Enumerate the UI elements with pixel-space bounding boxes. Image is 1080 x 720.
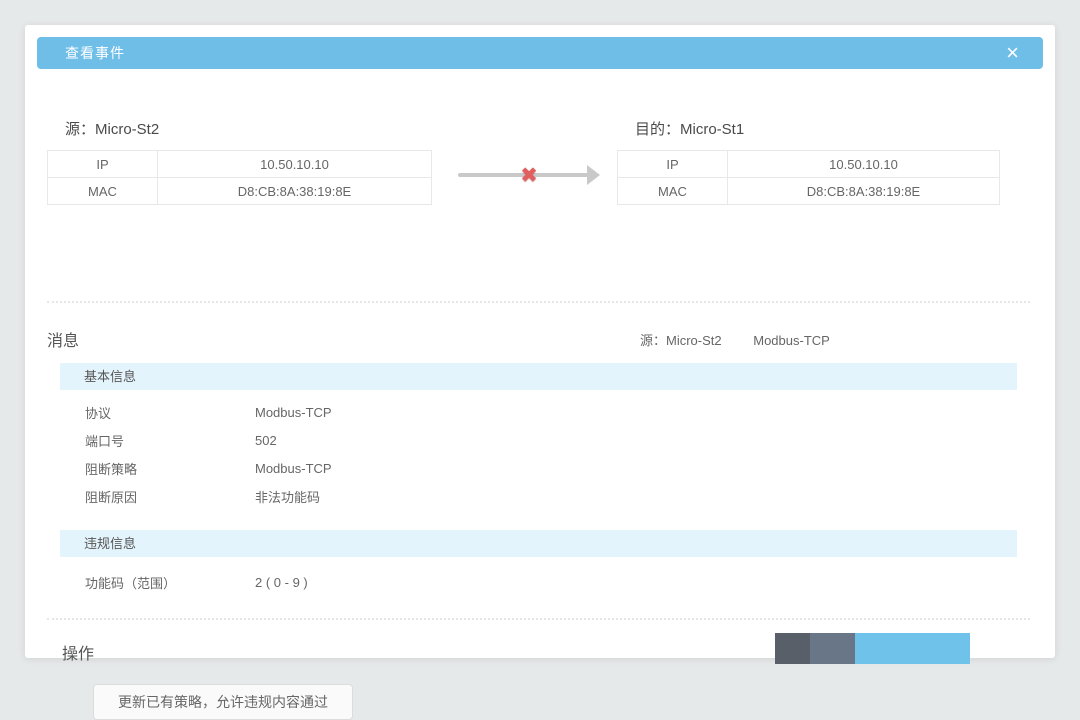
view-event-dialog: 查看事件 × 源：Micro-St2 IP 10.50.10.10 MAC D8… bbox=[25, 25, 1055, 658]
divider bbox=[47, 618, 1030, 620]
severity-stacked-bar bbox=[775, 633, 970, 664]
operation-section: 操作 bbox=[47, 633, 1030, 667]
operation-title: 操作 bbox=[62, 640, 94, 664]
table-row: MAC D8:CB:8A:38:19:8E bbox=[618, 178, 1000, 205]
source-mac-value: D8:CB:8A:38:19:8E bbox=[158, 178, 432, 205]
meta-source: 源：Micro-St2 bbox=[640, 333, 722, 348]
destination-table: IP 10.50.10.10 MAC D8:CB:8A:38:19:8E bbox=[617, 150, 1000, 205]
function-code-value: 2 ( 0 - 9 ) bbox=[255, 575, 308, 590]
destination-mac-label: MAC bbox=[618, 178, 728, 205]
dialog-title: 查看事件 bbox=[65, 43, 125, 63]
list-item: 端口号 502 bbox=[47, 426, 1030, 454]
port-value: 502 bbox=[255, 433, 277, 448]
basic-info-rows: 协议 Modbus-TCP 端口号 502 阻断策略 Modbus-TCP 阻断… bbox=[47, 398, 1030, 510]
list-item: 阻断原因 非法功能码 bbox=[47, 482, 1030, 510]
source-title: 源：Micro-St2 bbox=[47, 118, 432, 139]
list-item: 阻断策略 Modbus-TCP bbox=[47, 454, 1030, 482]
table-row: MAC D8:CB:8A:38:19:8E bbox=[48, 178, 432, 205]
protocol-value: Modbus-TCP bbox=[255, 405, 332, 420]
block-reason-label: 阻断原因 bbox=[85, 487, 255, 506]
bar-segment-blue bbox=[855, 633, 970, 664]
dialog-body: 源：Micro-St2 IP 10.50.10.10 MAC D8:CB:8A:… bbox=[47, 93, 1030, 658]
page-background: { "dialog": { "title": "查看事件", "close_gl… bbox=[0, 0, 1080, 704]
dialog-header: 查看事件 × bbox=[37, 37, 1043, 69]
close-icon[interactable]: × bbox=[1000, 42, 1025, 64]
blocked-flow-arrow: ✖ bbox=[458, 162, 600, 188]
port-label: 端口号 bbox=[85, 431, 255, 450]
list-item: 协议 Modbus-TCP bbox=[47, 398, 1030, 426]
message-meta: 源：Micro-St2 Modbus-TCP bbox=[640, 330, 830, 349]
violation-info-band: 违规信息 bbox=[60, 530, 1017, 557]
source-mac-label: MAC bbox=[48, 178, 158, 205]
bar-segment-dark bbox=[775, 633, 810, 664]
protocol-label: 协议 bbox=[85, 403, 255, 422]
list-item: 功能码（范围） 2 ( 0 - 9 ) bbox=[47, 568, 1030, 596]
arrow-head-icon bbox=[587, 165, 600, 185]
source-table: IP 10.50.10.10 MAC D8:CB:8A:38:19:8E bbox=[47, 150, 432, 205]
violation-info-rows: 功能码（范围） 2 ( 0 - 9 ) bbox=[47, 568, 1030, 596]
source-ip-value: 10.50.10.10 bbox=[158, 151, 432, 178]
blocked-x-icon: ✖ bbox=[520, 165, 538, 186]
endpoints-section: 源：Micro-St2 IP 10.50.10.10 MAC D8:CB:8A:… bbox=[47, 118, 1030, 270]
basic-info-band: 基本信息 bbox=[60, 363, 1017, 390]
destination-ip-value: 10.50.10.10 bbox=[728, 151, 1000, 178]
divider bbox=[47, 301, 1030, 303]
table-row: IP 10.50.10.10 bbox=[48, 151, 432, 178]
function-code-label: 功能码（范围） bbox=[85, 573, 255, 592]
destination-endpoint: 目的：Micro-St1 IP 10.50.10.10 MAC D8:CB:8A… bbox=[617, 118, 1000, 205]
source-endpoint: 源：Micro-St2 IP 10.50.10.10 MAC D8:CB:8A:… bbox=[47, 118, 432, 205]
destination-ip-label: IP bbox=[618, 151, 728, 178]
message-header: 消息 源：Micro-St2 Modbus-TCP bbox=[47, 327, 1030, 347]
block-policy-value: Modbus-TCP bbox=[255, 461, 332, 476]
destination-title: 目的：Micro-St1 bbox=[617, 118, 1000, 139]
table-row: IP 10.50.10.10 bbox=[618, 151, 1000, 178]
destination-mac-value: D8:CB:8A:38:19:8E bbox=[728, 178, 1000, 205]
block-reason-value: 非法功能码 bbox=[255, 487, 320, 506]
block-policy-label: 阻断策略 bbox=[85, 459, 255, 478]
message-title: 消息 bbox=[47, 333, 79, 350]
update-policy-button[interactable]: 更新已有策略，允许违规内容通过 bbox=[93, 684, 353, 720]
bar-segment-slate bbox=[810, 633, 855, 664]
meta-protocol: Modbus-TCP bbox=[753, 333, 830, 348]
source-ip-label: IP bbox=[48, 151, 158, 178]
